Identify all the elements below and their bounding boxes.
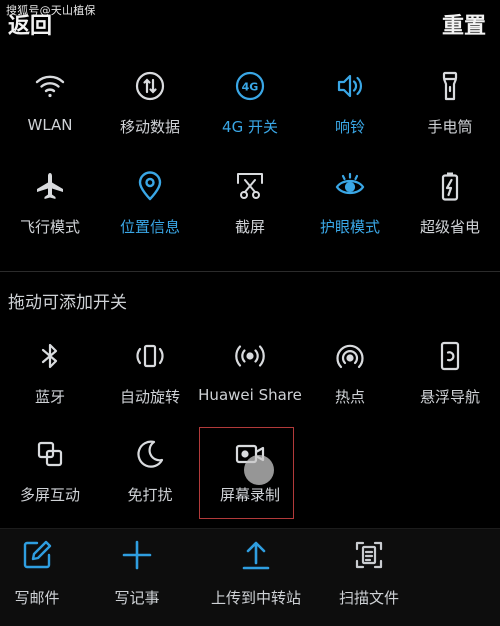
flashlight-icon <box>432 68 468 104</box>
tile-label: Huawei Share <box>198 386 302 404</box>
action-label: 上传到中转站 <box>210 589 301 607</box>
do-not-disturb-icon <box>132 436 168 472</box>
tile-label: 自动旋转 <box>119 388 180 406</box>
touch-indicator <box>244 455 274 485</box>
back-button[interactable]: 返回 <box>8 8 52 40</box>
active-tiles-row-2: 飞行模式 位置信息 截屏 护眼模式 超级省电 <box>0 160 500 262</box>
tile-location[interactable]: 位置信息 <box>100 160 200 262</box>
tile-wlan[interactable]: WLAN <box>0 60 100 162</box>
scan-document-button[interactable]: 扫描文件 <box>312 529 426 626</box>
tile-floating-nav[interactable]: 悬浮导航 <box>400 330 500 432</box>
tile-ringer[interactable]: 响铃 <box>300 60 400 162</box>
section-divider <box>0 271 500 272</box>
svg-text:4G: 4G <box>242 81 259 94</box>
multi-screen-icon <box>32 436 68 472</box>
tile-label: 免打扰 <box>127 486 173 504</box>
tile-label: 悬浮导航 <box>419 388 480 406</box>
tile-huawei-share[interactable]: Huawei Share <box>198 330 302 432</box>
tile-battery-saver[interactable]: 超级省电 <box>400 160 500 262</box>
tile-airplane-mode[interactable]: 飞行模式 <box>0 160 100 262</box>
tile-mobile-data[interactable]: 移动数据 <box>100 60 200 162</box>
auto-rotate-icon <box>132 338 168 374</box>
top-bar: 返回 重置 <box>0 8 500 40</box>
tile-label: 超级省电 <box>419 218 480 236</box>
upload-icon <box>238 537 274 573</box>
tile-4g[interactable]: 4G 4G 开关 <box>200 60 300 162</box>
action-label: 写邮件 <box>14 589 60 607</box>
tile-label: 4G 开关 <box>222 118 278 136</box>
battery-saver-icon <box>432 168 468 204</box>
action-label: 扫描文件 <box>338 589 399 607</box>
tile-label: 护眼模式 <box>319 218 380 236</box>
hotspot-icon <box>332 338 368 374</box>
scan-document-icon <box>351 537 387 573</box>
tile-label: 多屏互动 <box>19 486 80 504</box>
mobile-data-icon <box>132 68 168 104</box>
tile-auto-rotate[interactable]: 自动旋转 <box>100 330 200 432</box>
new-note-button[interactable]: 写记事 <box>74 529 200 626</box>
tile-label: 飞行模式 <box>19 218 80 236</box>
tile-label: 位置信息 <box>119 218 180 236</box>
compose-mail-icon <box>19 537 55 573</box>
tile-eye-comfort[interactable]: 护眼模式 <box>300 160 400 262</box>
tile-screenshot[interactable]: 截屏 <box>200 160 300 262</box>
action-label: 写记事 <box>114 589 160 607</box>
tile-flashlight[interactable]: 手电筒 <box>400 60 500 162</box>
tile-label: WLAN <box>27 116 73 134</box>
4g-icon: 4G <box>232 68 268 104</box>
bottom-action-bar: 写邮件 写记事 上传到中转站 扫描文件 <box>0 528 500 626</box>
tile-label: 移动数据 <box>119 118 180 136</box>
tile-label: 截屏 <box>234 218 265 236</box>
location-icon <box>132 168 168 204</box>
screenshot-icon <box>232 168 268 204</box>
section-title: 拖动可添加开关 <box>8 293 127 313</box>
eye-comfort-icon <box>332 168 368 204</box>
upload-button[interactable]: 上传到中转站 <box>200 529 312 626</box>
active-tiles-row-1: WLAN 移动数据 4G 4G 开关 响铃 手电筒 <box>0 60 500 162</box>
huawei-share-icon <box>232 338 268 374</box>
tile-hotspot[interactable]: 热点 <box>300 330 400 432</box>
tile-label: 热点 <box>334 388 365 406</box>
airplane-icon <box>32 168 68 204</box>
tile-label: 手电筒 <box>427 118 473 136</box>
tile-label: 蓝牙 <box>34 388 65 406</box>
floating-nav-icon <box>432 338 468 374</box>
tile-bluetooth[interactable]: 蓝牙 <box>0 330 100 432</box>
new-note-icon <box>119 537 155 573</box>
bluetooth-icon <box>32 338 68 374</box>
tile-label: 响铃 <box>334 118 365 136</box>
ringer-icon <box>332 68 368 104</box>
wifi-icon <box>32 68 68 104</box>
tile-multi-screen[interactable]: 多屏互动 <box>0 428 100 530</box>
compose-mail-button[interactable]: 写邮件 <box>0 529 74 626</box>
reset-button[interactable]: 重置 <box>442 8 486 40</box>
available-tiles-row-1: 蓝牙 自动旋转 Huawei Share 热点 悬浮导航 <box>0 330 500 432</box>
tile-do-not-disturb[interactable]: 免打扰 <box>100 428 200 530</box>
